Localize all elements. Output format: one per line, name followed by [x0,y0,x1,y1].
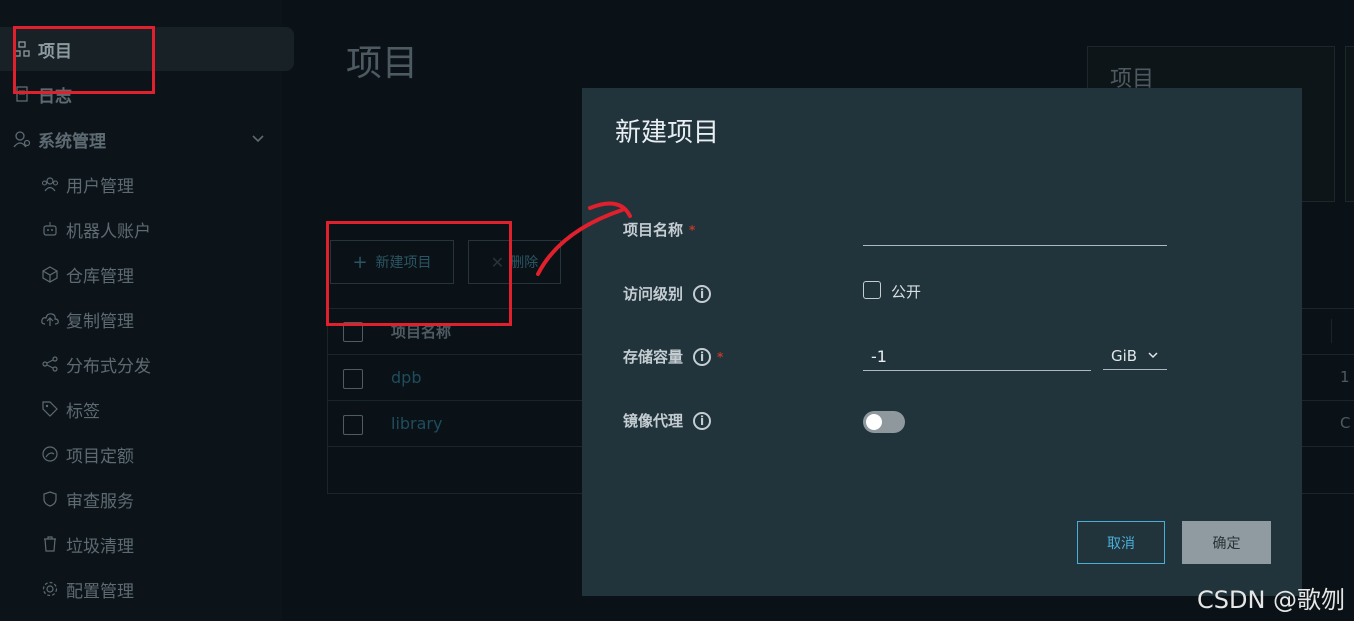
info-icon[interactable]: i [693,347,712,366]
cube-icon [40,264,60,284]
cloud-upload-icon [40,309,60,329]
sidebar-item-repositories[interactable]: 仓库管理 [40,252,134,296]
dialog-title: 新建项目 [615,118,720,148]
project-name-input[interactable] [863,220,1167,246]
storage-unit-select[interactable]: GiB [1103,342,1167,370]
trash-icon [40,534,60,554]
sidebar-item-quotas[interactable]: 项目定额 [40,432,134,476]
sidebar-item-config[interactable]: 配置管理 [40,567,134,611]
required-marker: * [717,349,724,364]
annotation-box-sidebar [13,26,155,94]
shield-icon [40,489,60,509]
ok-button[interactable]: 确定 [1182,521,1271,564]
project-link[interactable]: dpb [391,368,421,387]
info-icon[interactable]: i [693,411,712,430]
proxy-cache-label: 镜像代理 i [623,410,712,431]
project-link[interactable]: library [391,414,442,433]
users-icon [40,174,60,194]
sidebar-item-admin[interactable]: 系统管理 [12,117,106,161]
new-project-dialog: 新建项目 项目名称 * 访问级别 i 公开 存储容量 i * GiB 镜像代理 … [582,88,1302,596]
sidebar-item-label: 机器人账户 [66,221,151,242]
sidebar-item-gc[interactable]: 垃圾清理 [40,522,134,566]
toggle-knob [866,414,882,430]
sidebar-item-label: 项目定额 [66,446,134,467]
sidebar-item-users[interactable]: 用户管理 [40,162,134,206]
sidebar-item-label: 系统管理 [38,131,106,152]
page-title: 项目 [346,43,419,84]
tag-icon [40,399,60,419]
sidebar-item-labels[interactable]: 标签 [40,387,100,431]
storage-quota-label: 存储容量 i * [623,346,723,367]
summary-card-2 [1345,46,1354,202]
row-checkbox[interactable] [343,369,363,389]
proxy-cache-toggle[interactable] [863,411,905,433]
proxy-cache-label-text: 镜像代理 [623,412,684,430]
sidebar-item-label: 仓库管理 [66,266,134,287]
access-level-label-text: 访问级别 [623,285,684,303]
gear-icon [40,579,60,599]
row-checkbox[interactable] [343,415,363,435]
admin-icon [12,129,32,149]
sidebar-item-replication[interactable]: 复制管理 [40,297,134,341]
storage-quota-label-text: 存储容量 [623,348,684,366]
annotation-arrow [536,201,632,276]
sidebar-item-label: 标签 [66,401,100,422]
row-value: 1 [1340,368,1350,386]
share-icon [40,354,60,374]
row-value: C [1340,414,1351,432]
storage-unit-value: GiB [1111,346,1138,365]
annotation-box-new-button [326,221,512,326]
quota-icon [40,444,60,464]
sidebar-item-label: 复制管理 [66,311,134,332]
sidebar-item-label: 配置管理 [66,581,134,602]
sidebar-item-label: 垃圾清理 [66,536,134,557]
sidebar-item-label: 分布式分发 [66,356,151,377]
chevron-down-icon[interactable] [250,130,266,150]
watermark: CSDN @歌刎 [1197,586,1346,614]
column-divider [1331,319,1332,343]
public-checkbox[interactable] [863,281,881,299]
robot-icon [40,219,60,239]
public-label[interactable]: 公开 [891,281,921,302]
access-level-label: 访问级别 i [623,283,712,304]
required-marker: * [689,222,696,237]
sidebar-item-robot[interactable]: 机器人账户 [40,207,151,251]
storage-quota-input[interactable] [863,342,1091,371]
info-icon[interactable]: i [693,284,712,303]
chevron-down-icon [1147,349,1159,363]
sidebar-item-audit[interactable]: 审查服务 [40,477,134,521]
cancel-button[interactable]: 取消 [1077,521,1165,564]
sidebar-item-label: 用户管理 [66,176,134,197]
sidebar-item-distribution[interactable]: 分布式分发 [40,342,151,386]
sidebar-item-label: 审查服务 [66,491,134,512]
